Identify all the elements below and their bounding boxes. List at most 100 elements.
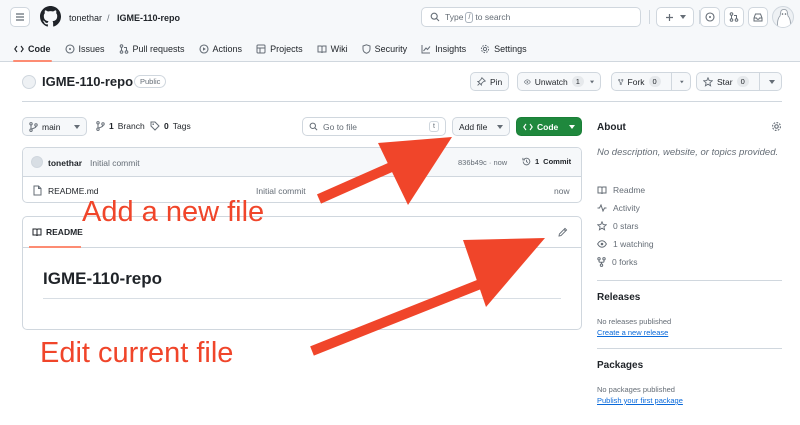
tab-settings[interactable]: Settings bbox=[473, 36, 534, 62]
tag-count: 0 bbox=[164, 121, 169, 131]
create-new-button[interactable] bbox=[656, 7, 694, 27]
repo-owner-avatar[interactable] bbox=[22, 75, 36, 89]
play-icon bbox=[198, 44, 209, 54]
commit-message[interactable]: Initial commit bbox=[90, 158, 140, 168]
file-name[interactable]: README.md bbox=[48, 186, 99, 196]
git-branch-icon bbox=[29, 121, 38, 132]
releases-empty-text: No releases published bbox=[597, 317, 672, 326]
gear-icon[interactable] bbox=[771, 121, 782, 132]
add-file-label: Add file bbox=[459, 121, 488, 132]
about-title: About bbox=[597, 122, 626, 133]
tab-code-label: Code bbox=[28, 44, 51, 54]
tab-issues-label: Issues bbox=[78, 44, 105, 54]
pin-button[interactable]: Pin bbox=[470, 72, 510, 91]
tab-insights[interactable]: Insights bbox=[414, 36, 473, 62]
code-button-label: Code bbox=[537, 121, 559, 132]
breadcrumb-owner[interactable]: tonethar bbox=[69, 12, 102, 24]
tab-pull-requests[interactable]: Pull requests bbox=[112, 36, 192, 62]
commits-count: 1 bbox=[535, 157, 540, 166]
tab-issues[interactable]: Issues bbox=[58, 36, 112, 62]
inbox-icon bbox=[753, 13, 763, 22]
fork-icon bbox=[597, 257, 606, 267]
branch-count-label: Branch bbox=[117, 121, 145, 131]
commits-history-link[interactable]: 1 Commit bbox=[522, 157, 571, 166]
tag-count-label: Tags bbox=[172, 121, 191, 131]
search-input[interactable]: Type / to search bbox=[421, 7, 641, 27]
search-icon bbox=[430, 12, 440, 22]
star-button[interactable]: Star 0 bbox=[696, 72, 782, 91]
readme-panel: README IGME-110-repo bbox=[22, 216, 582, 330]
commit-hash-time[interactable]: 836b49c · now bbox=[458, 158, 507, 167]
tab-actions[interactable]: Actions bbox=[192, 36, 250, 62]
latest-commit-row: tonethar Initial commit 836b49c · now 1 … bbox=[23, 148, 581, 177]
go-to-file-input[interactable]: Go to file t bbox=[302, 117, 446, 136]
tab-security[interactable]: Security bbox=[355, 36, 415, 62]
tab-pull-requests-label: Pull requests bbox=[132, 44, 185, 54]
tags-link[interactable]: 0 Tags bbox=[150, 121, 191, 131]
star-icon bbox=[703, 76, 713, 87]
annotation-add-file-text: Add a new file bbox=[82, 196, 265, 228]
inbox-button[interactable] bbox=[748, 7, 768, 27]
breadcrumb-repo[interactable]: IGME-110-repo bbox=[117, 12, 180, 24]
code-icon bbox=[14, 45, 24, 53]
sidebar-item-activity[interactable]: Activity bbox=[597, 203, 640, 213]
sidebar-item-stars[interactable]: 0 stars bbox=[597, 221, 639, 231]
star-dropdown-divider bbox=[758, 73, 760, 90]
readme-tab[interactable]: README bbox=[32, 227, 83, 237]
sidebar-item-forks[interactable]: 0 forks bbox=[597, 257, 638, 267]
caret-down-icon bbox=[74, 124, 80, 129]
repo-title[interactable]: IGME-110-repo bbox=[42, 74, 133, 90]
star-count: 0 bbox=[736, 76, 749, 87]
sidebar-item-watching[interactable]: 1 watching bbox=[597, 239, 654, 249]
star-icon bbox=[597, 221, 607, 231]
commit-author[interactable]: tonethar bbox=[48, 158, 82, 168]
publish-package-link[interactable]: Publish your first package bbox=[597, 396, 683, 405]
visibility-badge: Public bbox=[134, 75, 167, 88]
book-icon bbox=[32, 228, 42, 236]
fork-dropdown-divider bbox=[670, 73, 672, 90]
user-avatar[interactable] bbox=[772, 6, 794, 28]
github-logo-icon[interactable] bbox=[40, 6, 61, 27]
fork-label: Fork bbox=[627, 76, 645, 87]
add-file-button[interactable]: Add file bbox=[452, 117, 510, 136]
branch-selector[interactable]: main bbox=[22, 117, 87, 136]
issues-button[interactable] bbox=[700, 7, 720, 27]
tab-projects[interactable]: Projects bbox=[249, 36, 310, 62]
create-release-link[interactable]: Create a new release bbox=[597, 328, 668, 337]
code-button[interactable]: Code bbox=[516, 117, 582, 136]
search-shortcut-key: / bbox=[465, 11, 474, 23]
caret-down-icon[interactable] bbox=[680, 80, 684, 84]
tab-actions-label: Actions bbox=[212, 44, 243, 54]
tab-wiki[interactable]: Wiki bbox=[310, 36, 355, 62]
file-commit-message[interactable]: Initial commit bbox=[256, 186, 306, 196]
pencil-icon[interactable] bbox=[558, 227, 568, 237]
table-icon bbox=[256, 44, 266, 54]
history-icon bbox=[522, 157, 531, 166]
sidebar-item-readme[interactable]: Readme bbox=[597, 185, 645, 195]
sidebar-item-label: 1 watching bbox=[613, 239, 654, 249]
branches-link[interactable]: 1 Branch bbox=[96, 121, 145, 131]
pulse-icon bbox=[597, 204, 607, 212]
search-prefix: Type bbox=[445, 12, 464, 22]
menu-button[interactable] bbox=[10, 7, 30, 27]
go-to-file-shortcut: t bbox=[429, 121, 439, 132]
packages-title[interactable]: Packages bbox=[597, 360, 643, 371]
sidebar-item-label: Activity bbox=[613, 203, 640, 213]
caret-down-icon[interactable] bbox=[768, 79, 775, 84]
pull-requests-button[interactable] bbox=[724, 7, 744, 27]
issue-opened-icon bbox=[705, 12, 715, 22]
pin-icon bbox=[477, 77, 486, 86]
commit-author-avatar[interactable] bbox=[31, 156, 43, 168]
branch-count: 1 bbox=[109, 121, 114, 131]
about-description: No description, website, or topics provi… bbox=[597, 147, 779, 158]
caret-down-icon bbox=[589, 80, 594, 83]
go-to-file-placeholder: Go to file bbox=[323, 121, 358, 132]
tab-projects-label: Projects bbox=[270, 44, 303, 54]
sidebar-divider bbox=[597, 280, 782, 281]
tab-code[interactable]: Code bbox=[7, 36, 58, 62]
unwatch-button[interactable]: Unwatch 1 bbox=[517, 72, 601, 91]
releases-title[interactable]: Releases bbox=[597, 292, 640, 303]
watch-count: 1 bbox=[571, 76, 584, 87]
eye-icon bbox=[524, 79, 531, 84]
fork-button[interactable]: Fork 0 bbox=[611, 72, 691, 91]
